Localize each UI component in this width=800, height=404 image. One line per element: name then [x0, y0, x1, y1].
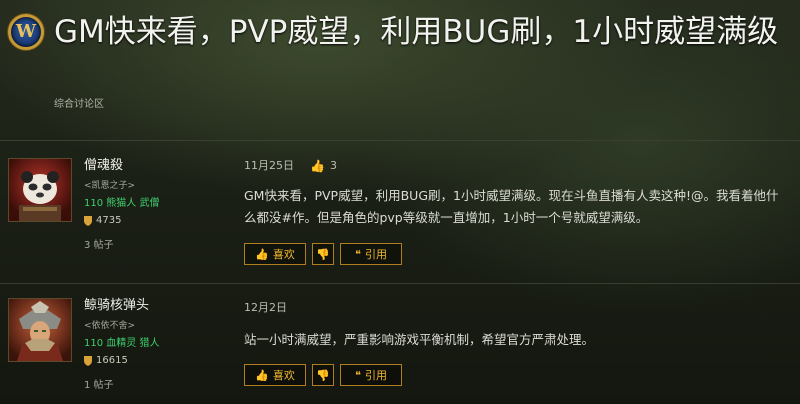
quote-button[interactable]: ❝ 引用	[340, 243, 402, 265]
post-body: 12月2日 站一小时满威望，严重影响游戏平衡机制，希望官方严肃处理。	[244, 301, 789, 351]
thumbs-down-icon: 👎	[316, 247, 330, 261]
author-name[interactable]: 鲸骑核弹头	[84, 298, 159, 314]
author-class: 110 熊猫人 武僧	[84, 198, 160, 209]
shield-icon	[84, 215, 92, 226]
header-divider	[0, 140, 800, 141]
post-actions: 👍 喜欢 👎 ❝ 引用	[244, 243, 408, 265]
achievement-points: 16615	[84, 354, 159, 367]
author-post-count[interactable]: 1 帖子	[84, 379, 159, 392]
post-divider	[0, 283, 800, 284]
author-guild[interactable]: <依依不舍>	[84, 320, 159, 332]
post-date[interactable]: 11月25日	[244, 159, 294, 173]
quote-button[interactable]: ❝ 引用	[340, 364, 402, 386]
post-date[interactable]: 12月2日	[244, 301, 287, 315]
wow-logo-icon[interactable]: W	[8, 14, 44, 50]
post-author: 僧魂殺 <凯恩之子> 110 熊猫人 武僧 4735 3 帖子	[84, 158, 159, 252]
author-post-count[interactable]: 3 帖子	[84, 239, 159, 252]
author-name[interactable]: 僧魂殺	[84, 158, 159, 174]
author-guild[interactable]: <凯恩之子>	[84, 180, 159, 192]
post-text: GM快来看，PVP威望，利用BUG刷，1小时威望满级。现在斗鱼直播有人卖这种!@…	[244, 188, 779, 225]
dislike-button[interactable]: 👎	[312, 364, 334, 386]
avatar[interactable]	[8, 158, 72, 222]
forum-breadcrumb[interactable]: 综合讨论区	[54, 95, 104, 110]
thread-header: W GM快来看，PVP威望，利用BUG刷，1小时威望满级 综合讨论区	[0, 0, 800, 140]
post-author: 鲸骑核弹头 <依依不舍> 110 血精灵 猎人 16615 1 帖子	[84, 298, 159, 392]
post-actions: 👍 喜欢 👎 ❝ 引用	[244, 364, 408, 386]
post-body: 11月25日 👍 3 GM快来看，PVP威望，利用BUG刷，1小时威望满级。现在…	[244, 159, 789, 229]
shield-icon	[84, 355, 92, 366]
post-meta: 11月25日 👍 3	[244, 159, 789, 173]
thumbs-up-icon: 👍	[255, 247, 269, 261]
thumbs-down-icon: 👎	[316, 368, 330, 382]
quote-icon: ❝	[355, 247, 361, 261]
like-button[interactable]: 👍 喜欢	[244, 364, 306, 386]
like-count: 3	[329, 159, 337, 172]
quote-icon: ❝	[355, 368, 361, 382]
thumbs-up-icon: 👍	[310, 159, 325, 173]
dislike-button[interactable]: 👎	[312, 243, 334, 265]
thumbs-up-icon: 👍	[255, 368, 269, 382]
author-class: 110 血精灵 猎人	[84, 338, 160, 349]
avatar[interactable]	[8, 298, 72, 362]
post-meta: 12月2日	[244, 301, 789, 315]
like-button[interactable]: 👍 喜欢	[244, 243, 306, 265]
thread-title: GM快来看，PVP威望，利用BUG刷，1小时威望满级	[54, 14, 779, 50]
achievement-points: 4735	[84, 214, 159, 227]
post-text: 站一小时满威望，严重影响游戏平衡机制，希望官方严肃处理。	[244, 332, 595, 347]
